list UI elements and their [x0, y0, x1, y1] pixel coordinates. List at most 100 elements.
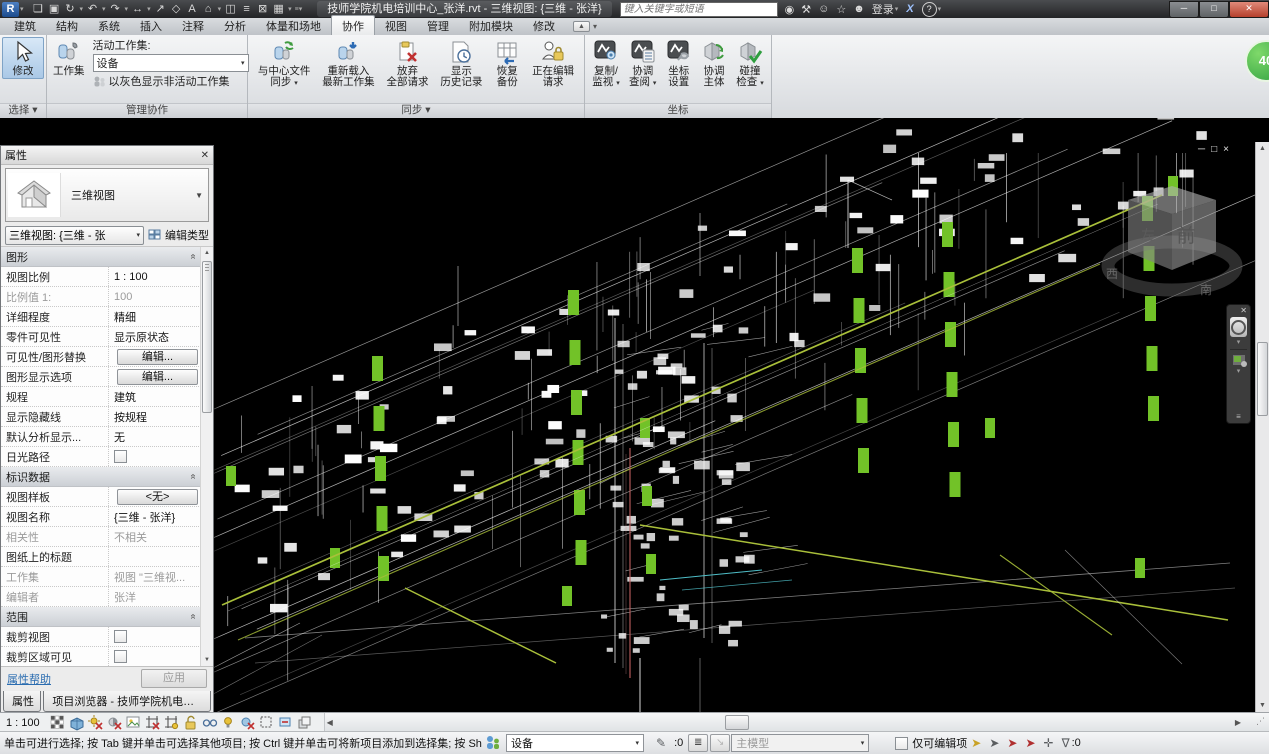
- ribbon-tab-2[interactable]: 结构: [46, 16, 88, 35]
- property-row[interactable]: 零件可见性显示原状态: [1, 327, 201, 347]
- redo-caret-icon[interactable]: ▾: [125, 5, 129, 13]
- save-icon[interactable]: ▣: [47, 1, 62, 17]
- text-icon[interactable]: A: [185, 1, 200, 17]
- communication-icon[interactable]: ☺: [818, 3, 829, 15]
- ribbon-tab-3[interactable]: 系统: [88, 16, 130, 35]
- switch-windows-icon[interactable]: ▦: [271, 1, 286, 17]
- worksharing-display-button[interactable]: ≣: [688, 734, 708, 752]
- default-3d-view-icon[interactable]: ⌂: [201, 1, 216, 17]
- select-pinned-cursor-icon[interactable]: ➤: [1007, 736, 1017, 750]
- apply-button[interactable]: 应用: [141, 669, 207, 688]
- ribbon-collapse-button[interactable]: ▲: [573, 21, 590, 32]
- view-minimize-button[interactable]: ─: [1198, 144, 1211, 155]
- search-input[interactable]: [620, 2, 778, 17]
- measure-icon[interactable]: ↔: [130, 1, 145, 17]
- property-checkbox[interactable]: [114, 450, 127, 463]
- properties-close-icon[interactable]: ✕: [201, 150, 209, 161]
- revit-app-button[interactable]: R: [2, 2, 19, 17]
- signin-label[interactable]: 登录: [872, 1, 894, 17]
- pan-zoom-icon[interactable]: [1233, 355, 1245, 365]
- hscroll-left-icon[interactable]: ◀: [327, 718, 333, 727]
- subscription-icon[interactable]: ⚒: [801, 3, 811, 16]
- workset-status-dropdown[interactable]: 设备 ▾: [506, 734, 644, 752]
- properties-tab[interactable]: 属性: [3, 691, 41, 712]
- favorites-star-icon[interactable]: ☆: [836, 3, 846, 16]
- open-icon[interactable]: ❏: [31, 1, 46, 17]
- visual-style-icon[interactable]: [71, 718, 83, 730]
- steering-wheel-icon[interactable]: [1230, 317, 1247, 337]
- undo-caret-icon[interactable]: ▾: [102, 5, 106, 13]
- ribbon-tab-11[interactable]: 附加模块: [459, 16, 523, 35]
- undo-icon[interactable]: ↶: [85, 1, 100, 17]
- shadows-icon[interactable]: [109, 718, 121, 729]
- property-row[interactable]: 可见性/图形替换编辑...: [1, 347, 201, 367]
- property-section-header[interactable]: 范围«: [1, 607, 201, 627]
- ribbon-tab-5[interactable]: 注释: [172, 16, 214, 35]
- redo-icon[interactable]: ↷: [108, 1, 123, 17]
- property-row[interactable]: 工作集视图 "三维视...: [1, 567, 201, 587]
- relinquish-all-button[interactable]: 放弃全部请求: [383, 37, 433, 90]
- navbar-wheel-caret-icon[interactable]: ▾: [1237, 339, 1241, 347]
- exchange-apps-icon[interactable]: X: [906, 3, 913, 15]
- ribbon-tab-6[interactable]: 分析: [214, 16, 256, 35]
- gray-inactive-worksets-toggle[interactable]: 以灰色显示非活动工作集: [93, 73, 249, 89]
- view-control-icons[interactable]: [48, 714, 324, 731]
- navbar-zoom-caret-icon[interactable]: ▾: [1237, 368, 1241, 376]
- ribbon-tab-12[interactable]: 修改: [523, 16, 565, 35]
- panel-label-select[interactable]: 选择 ▾: [0, 103, 46, 118]
- ribbon-tab-9[interactable]: 视图: [375, 16, 417, 35]
- coordination-review-button[interactable]: 协调查阅 ▾: [625, 37, 660, 91]
- grid-scroll-down-icon[interactable]: ▼: [201, 654, 213, 666]
- panel-label-manage-collaboration[interactable]: 管理协作: [47, 103, 247, 118]
- modify-button[interactable]: 修改: [2, 37, 44, 79]
- property-grid-scrollbar[interactable]: ▲ ▼: [200, 247, 213, 666]
- show-history-button[interactable]: 显示历史记录: [436, 37, 486, 90]
- property-row[interactable]: 裁剪区域可见: [1, 647, 201, 666]
- navbar-close-icon[interactable]: ✕: [1240, 306, 1247, 315]
- view3d-caret-icon[interactable]: ▾: [218, 5, 222, 13]
- ribbon-collapse-caret-icon[interactable]: ▾: [593, 22, 597, 31]
- hscroll-thumb[interactable]: [725, 715, 749, 730]
- window-minimize-button[interactable]: ─: [1169, 1, 1199, 18]
- analytical-model-icon[interactable]: [299, 717, 310, 728]
- aligned-dimension-icon[interactable]: ↗: [153, 1, 168, 17]
- section-icon[interactable]: ◫: [223, 1, 238, 17]
- property-row[interactable]: 规程建筑: [1, 387, 201, 407]
- vscroll-thumb[interactable]: [1257, 342, 1268, 416]
- property-row[interactable]: 日光路径: [1, 447, 201, 467]
- filter-icon[interactable]: ∇: [1062, 736, 1070, 750]
- vscroll-down-icon[interactable]: ▼: [1256, 699, 1269, 712]
- qat-customize-icon[interactable]: ≡▾: [295, 5, 303, 13]
- reveal-constraints-icon[interactable]: [280, 718, 290, 726]
- horizontal-scrollbar[interactable]: ◀ ▶ ⋰: [324, 713, 1269, 732]
- edit-type-button[interactable]: 编辑类型: [148, 227, 209, 243]
- synchronize-with-central-button[interactable]: 与中心文件同步 ▾: [254, 37, 315, 91]
- help-icon[interactable]: ?: [922, 2, 937, 17]
- property-value-button[interactable]: <无>: [117, 489, 198, 505]
- temporary-hide-isolate-icon[interactable]: [203, 720, 216, 726]
- property-checkbox[interactable]: [114, 630, 127, 643]
- property-row[interactable]: 视图样板<无>: [1, 487, 201, 507]
- highlight-displaced-icon[interactable]: [261, 717, 271, 727]
- grid-scroll-up-icon[interactable]: ▲: [201, 247, 213, 259]
- property-row[interactable]: 图形显示选项编辑...: [1, 367, 201, 387]
- resize-grip-icon[interactable]: ⋰: [1256, 716, 1265, 727]
- property-row[interactable]: 详细程度精细: [1, 307, 201, 327]
- property-section-header[interactable]: 图形«: [1, 247, 201, 267]
- rendering-dialog-icon[interactable]: [127, 717, 139, 727]
- coordinate-settings-button[interactable]: 坐标设置: [662, 37, 696, 90]
- show-crop-region-icon[interactable]: [165, 716, 178, 729]
- grid-scroll-thumb[interactable]: [202, 261, 212, 413]
- type-selector[interactable]: 三维视图 ▼: [5, 168, 209, 222]
- ribbon-tab-7[interactable]: 体量和场地: [256, 16, 331, 35]
- view-close-button[interactable]: ×: [1223, 144, 1235, 155]
- ribbon-tab-1[interactable]: 建筑: [4, 16, 46, 35]
- select-by-face-cursor-icon[interactable]: ➤: [1025, 736, 1035, 750]
- property-row[interactable]: 显示隐藏线按规程: [1, 407, 201, 427]
- property-row[interactable]: 视图名称{三维 - 张洋}: [1, 507, 201, 527]
- editable-only-checkbox[interactable]: [895, 737, 908, 750]
- vertical-scrollbar[interactable]: ▲ ▼: [1255, 142, 1269, 712]
- property-row[interactable]: 比例值 1:100: [1, 287, 201, 307]
- app-menu-caret-icon[interactable]: ▾: [20, 5, 24, 13]
- close-hidden-windows-icon[interactable]: ⊠: [255, 1, 270, 17]
